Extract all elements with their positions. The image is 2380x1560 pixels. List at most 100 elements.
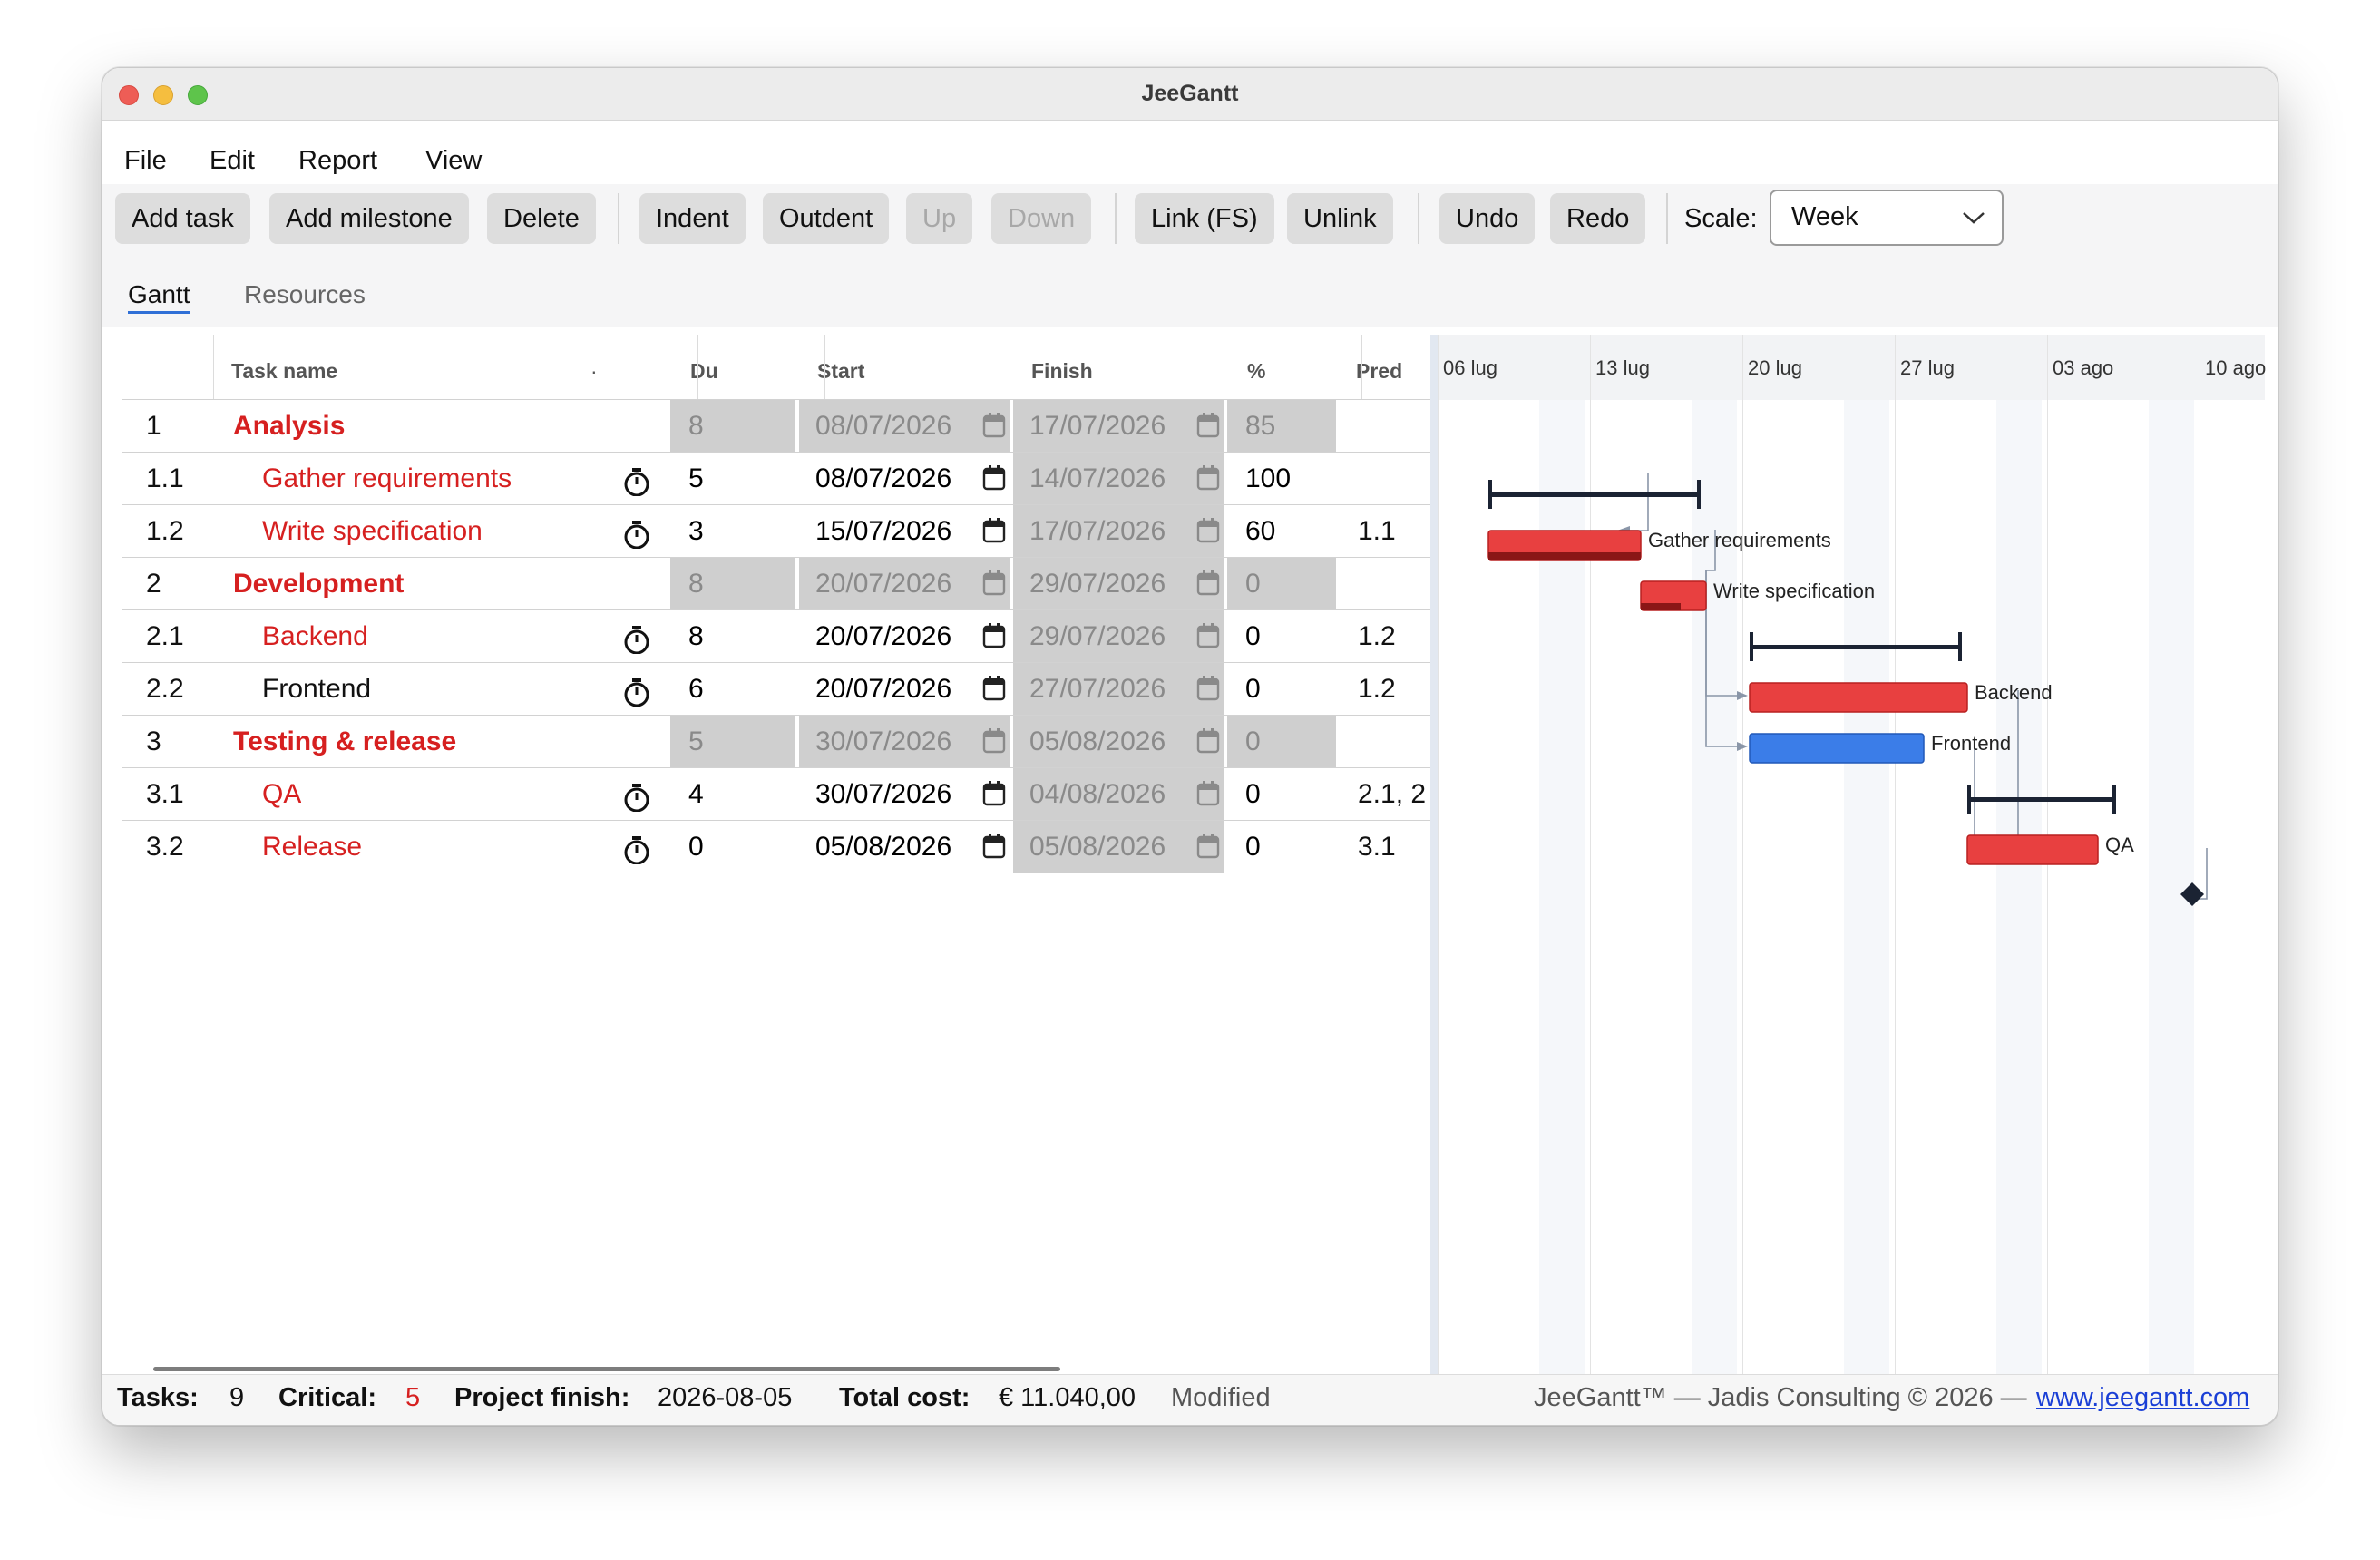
finish-date-cell[interactable]: 29/07/2026	[1029, 610, 1184, 662]
calendar-icon[interactable]	[1196, 676, 1220, 701]
summary-bar-testing[interactable]	[1967, 785, 2116, 814]
dependency-link[interactable]	[1630, 473, 1649, 531]
table-row[interactable]: 3 Testing & release 5 30/07/2026 05/08/2026 0	[122, 716, 1430, 768]
start-date-cell[interactable]: 08/07/2026	[815, 400, 970, 452]
tab-resources[interactable]: Resources	[244, 280, 366, 309]
task-bar-gather-requirements[interactable]	[1488, 530, 1642, 561]
duration-cell[interactable]: 6	[688, 663, 704, 715]
predecessors-cell[interactable]	[1358, 716, 1430, 767]
percent-complete-cell[interactable]: 0	[1245, 768, 1261, 820]
predecessors-cell[interactable]: 1.1	[1358, 505, 1430, 557]
start-date-cell[interactable]: 20/07/2026	[815, 610, 970, 662]
task-name-cell[interactable]: Analysis	[233, 400, 345, 452]
duration-cell[interactable]: 5	[688, 716, 704, 767]
dependency-link[interactable]	[1993, 690, 2019, 849]
percent-complete-cell[interactable]: 0	[1245, 663, 1261, 715]
outdent-button[interactable]: Outdent	[763, 193, 890, 244]
calendar-icon[interactable]	[982, 676, 1006, 701]
task-name-cell[interactable]: Development	[233, 558, 404, 609]
predecessors-cell[interactable]: 2.1, 2	[1358, 768, 1430, 820]
task-name-cell[interactable]: Write specification	[262, 505, 483, 557]
predecessors-cell[interactable]	[1358, 558, 1430, 609]
predecessors-cell[interactable]: 3.1	[1358, 821, 1430, 873]
calendar-icon[interactable]	[982, 834, 1006, 859]
task-bar-backend[interactable]	[1749, 682, 1968, 713]
predecessors-cell[interactable]: 1.2	[1358, 663, 1430, 715]
move-up-button[interactable]: Up	[906, 193, 973, 244]
finish-date-cell[interactable]: 14/07/2026	[1029, 453, 1184, 504]
task-name-cell[interactable]: Release	[262, 821, 362, 873]
calendar-icon[interactable]	[982, 781, 1006, 806]
table-row[interactable]: 1 Analysis 8 08/07/2026 17/07/2026 85	[122, 400, 1430, 453]
duration-cell[interactable]: 5	[688, 453, 704, 504]
start-date-cell[interactable]: 08/07/2026	[815, 453, 970, 504]
calendar-icon[interactable]	[1196, 781, 1220, 806]
calendar-icon[interactable]	[982, 570, 1006, 596]
table-row[interactable]: 1.2 Write specification 3 15/07/2026 17/07/2…	[122, 505, 1430, 558]
add-task-button[interactable]: Add task	[115, 193, 250, 244]
percent-complete-cell[interactable]: 0	[1245, 716, 1261, 767]
predecessors-cell[interactable]	[1358, 453, 1430, 504]
redo-button[interactable]: Redo	[1550, 193, 1646, 244]
start-date-cell[interactable]: 20/07/2026	[815, 663, 970, 715]
percent-complete-cell[interactable]: 60	[1245, 505, 1275, 557]
header-duration[interactable]: Du	[672, 335, 718, 400]
calendar-icon[interactable]	[1196, 834, 1220, 859]
dependency-link[interactable]	[1705, 530, 1741, 697]
finish-date-cell[interactable]: 05/08/2026	[1029, 821, 1184, 873]
calendar-icon[interactable]	[982, 728, 1006, 754]
finish-date-cell[interactable]: 04/08/2026	[1029, 768, 1184, 820]
start-date-cell[interactable]: 05/08/2026	[815, 821, 970, 873]
header-start[interactable]: Start	[799, 335, 864, 400]
unlink-button[interactable]: Unlink	[1287, 193, 1393, 244]
percent-complete-cell[interactable]: 85	[1245, 400, 1275, 452]
calendar-icon[interactable]	[1196, 465, 1220, 491]
calendar-icon[interactable]	[1196, 570, 1220, 596]
table-row[interactable]: 1.1 Gather requirements 5 08/07/2026 14/07/2…	[122, 453, 1430, 505]
table-row[interactable]: 2 Development 8 20/07/2026 29/07/2026 0	[122, 558, 1430, 610]
delete-button[interactable]: Delete	[487, 193, 596, 244]
menu-view[interactable]: View	[425, 146, 482, 176]
finish-date-cell[interactable]: 27/07/2026	[1029, 663, 1184, 715]
task-name-cell[interactable]: QA	[262, 768, 301, 820]
start-date-cell[interactable]: 30/07/2026	[815, 768, 970, 820]
menu-edit[interactable]: Edit	[210, 146, 255, 176]
summary-bar-analysis[interactable]	[1488, 480, 1701, 509]
duration-cell[interactable]: 3	[688, 505, 704, 557]
menu-file[interactable]: File	[124, 146, 167, 176]
table-row[interactable]: 2.1 Backend 8 20/07/2026 29/07/2026 0 1.2	[122, 610, 1430, 663]
splitter[interactable]	[1430, 335, 1438, 1378]
header-finish[interactable]: Finish	[1013, 335, 1093, 400]
milestone-diamond-icon[interactable]	[2180, 882, 2204, 906]
duration-cell[interactable]: 0	[688, 821, 704, 873]
duration-cell[interactable]: 8	[688, 558, 704, 609]
calendar-icon[interactable]	[982, 518, 1006, 543]
calendar-icon[interactable]	[1196, 413, 1220, 438]
header-mode[interactable]: ·	[572, 335, 598, 400]
add-milestone-button[interactable]: Add milestone	[269, 193, 469, 244]
percent-complete-cell[interactable]: 0	[1245, 558, 1261, 609]
calendar-icon[interactable]	[982, 413, 1006, 438]
start-date-cell[interactable]: 20/07/2026	[815, 558, 970, 609]
tab-gantt[interactable]: Gantt	[128, 280, 190, 314]
duration-cell[interactable]: 8	[688, 400, 704, 452]
finish-date-cell[interactable]: 29/07/2026	[1029, 558, 1184, 609]
header-task-name[interactable]: Task name	[213, 335, 337, 400]
move-down-button[interactable]: Down	[991, 193, 1092, 244]
calendar-icon[interactable]	[1196, 518, 1220, 543]
predecessors-cell[interactable]: 1.2	[1358, 610, 1430, 662]
task-bar-frontend[interactable]	[1749, 733, 1925, 764]
calendar-icon[interactable]	[982, 465, 1006, 491]
calendar-icon[interactable]	[1196, 623, 1220, 648]
start-date-cell[interactable]: 30/07/2026	[815, 716, 970, 767]
task-name-cell[interactable]: Frontend	[262, 663, 371, 715]
link-fs-button[interactable]: Link (FS)	[1135, 193, 1274, 244]
percent-complete-cell[interactable]: 0	[1245, 610, 1261, 662]
calendar-icon[interactable]	[982, 623, 1006, 648]
task-name-cell[interactable]: Gather requirements	[262, 453, 512, 504]
task-bar-qa[interactable]	[1966, 834, 2099, 865]
website-link[interactable]: www.jeegantt.com	[2036, 1383, 2249, 1413]
auto-schedule-timer-icon[interactable]	[619, 674, 654, 707]
menu-report[interactable]: Report	[298, 146, 377, 176]
auto-schedule-timer-icon[interactable]	[619, 832, 654, 864]
